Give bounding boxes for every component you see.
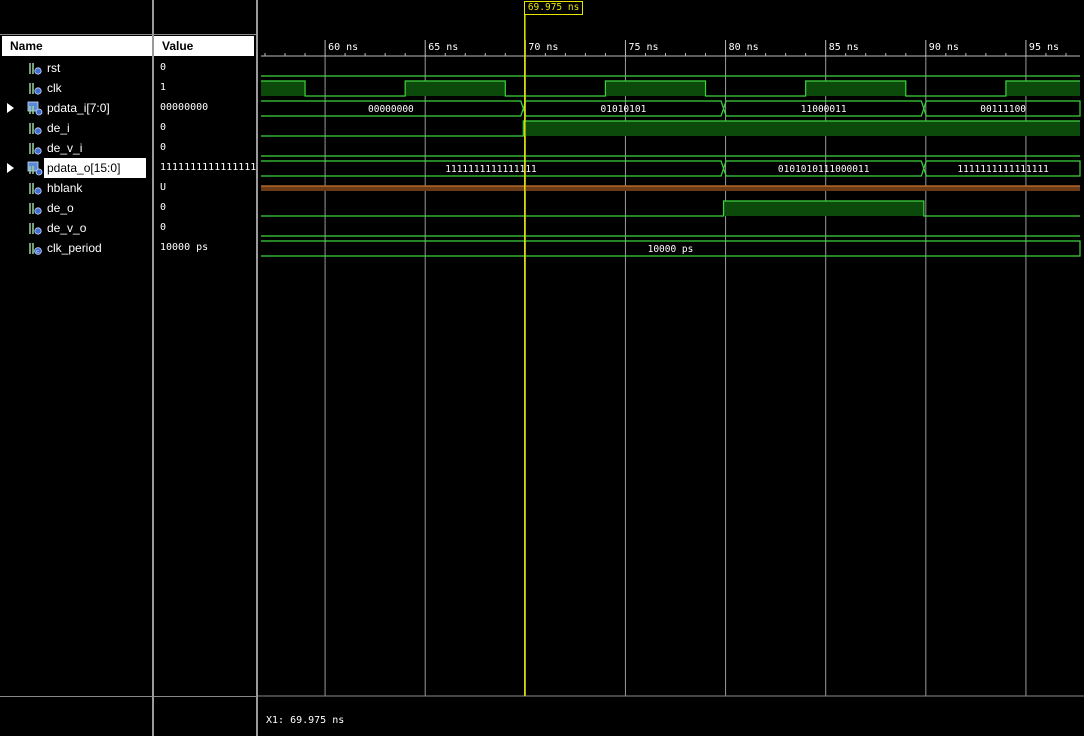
- undefined-fill: [261, 186, 1080, 191]
- cursor-readout: X1: 69.975 ns: [266, 715, 345, 726]
- waveform-pdata_i[interactable]: 00000000 01010101 11000011 00111100: [261, 100, 1081, 117]
- signal-value-rst: 0: [160, 62, 167, 73]
- signal-value-clk: 1: [160, 82, 167, 93]
- signal-name-label: pdata_o[15:0]: [44, 158, 146, 178]
- waveform-pdata_o[interactable]: 1111111111111111 0101010111000011 11111111…: [261, 160, 1081, 177]
- signal-name-label: de_i: [47, 121, 70, 135]
- bus-value-label: 10000 ps: [648, 244, 694, 255]
- signal-name-label: de_v_o: [47, 221, 87, 235]
- constant-signal-icon: c: [27, 240, 43, 256]
- high-level-fill: [1005, 81, 1080, 96]
- scalar-signal-icon: [27, 220, 43, 236]
- waveform-hblank[interactable]: [261, 185, 1080, 191]
- signal-name-label: clk: [47, 81, 62, 95]
- signal-row-de_o[interactable]: de_o: [0, 198, 152, 218]
- high-level-fill: [805, 81, 906, 96]
- bit-trace: [261, 200, 1080, 217]
- time-ruler[interactable]: 60 ns 65 ns 70 ns 75 ns 80 ns 85 ns 90 ns 95 ns: [261, 40, 1080, 57]
- signal-row-de_v_o[interactable]: de_v_o: [0, 218, 152, 238]
- bus-value-label: 01010101: [601, 104, 647, 115]
- scalar-signal-icon: [27, 60, 43, 76]
- ruler-tick-label: 80 ns: [729, 42, 759, 53]
- ruler-tick-label: 75 ns: [628, 42, 658, 53]
- value-footer-divider: [154, 696, 256, 697]
- high-level-fill: [723, 201, 924, 216]
- bus-value-label: 1111111111111111: [445, 164, 537, 175]
- signal-value-pdata_i: 00000000: [160, 102, 209, 113]
- signal-name-label: de_o: [47, 201, 74, 215]
- scalar-signal-icon: [27, 200, 43, 216]
- bus-value-label: 11000011: [801, 104, 847, 115]
- waveform-canvas[interactable]: 60 ns 65 ns 70 ns 75 ns 80 ns 85 ns 90 ns 95 ns…: [258, 0, 1084, 736]
- signal-row-de_i[interactable]: de_i: [0, 118, 152, 138]
- signal-row-de_v_i[interactable]: de_v_i: [0, 138, 152, 158]
- bus-value-label: 1111111111111111: [957, 164, 1049, 175]
- signal-row-clk_period[interactable]: c clk_period: [0, 238, 152, 258]
- ruler-tick-label: 60 ns: [328, 42, 358, 53]
- waveform-de_o[interactable]: [261, 200, 1080, 217]
- signal-value-de_o: 0: [160, 202, 167, 213]
- ruler-tick-label: 90 ns: [929, 42, 959, 53]
- signal-row-clk[interactable]: clk: [0, 78, 152, 98]
- signal-value-hblank: U: [160, 182, 167, 193]
- signal-value-pdata_o: 1111111111111111: [160, 162, 257, 173]
- high-level-fill: [605, 81, 706, 96]
- scalar-signal-icon: [27, 180, 43, 196]
- name-header-divider: [0, 34, 152, 35]
- waveform-clk[interactable]: [261, 80, 1080, 97]
- signal-name-label: pdata_i[7:0]: [47, 101, 110, 115]
- bus-value-label: 0101010111000011: [778, 164, 870, 175]
- cursor-time-label[interactable]: 69.975 ns: [523, 1, 584, 15]
- signal-name-label: clk_period: [47, 241, 102, 255]
- signal-waveforms: 00000000 01010101 11000011 0011110011111111…: [261, 75, 1081, 257]
- high-level-fill: [523, 121, 1080, 136]
- ruler-tick-label: 65 ns: [428, 42, 458, 53]
- signal-name-label: de_v_i: [47, 141, 83, 155]
- signal-row-hblank[interactable]: hblank: [0, 178, 152, 198]
- signal-value-clk_period: 10000 ps: [160, 242, 209, 253]
- name-footer-divider: [0, 696, 152, 697]
- expand-arrow-icon[interactable]: [7, 103, 14, 113]
- ruler-tick-label: 95 ns: [1029, 42, 1059, 53]
- waveform-clk_period[interactable]: 10000 ps: [261, 240, 1081, 257]
- signal-value-de_v_i: 0: [160, 142, 167, 153]
- waveform-de_i[interactable]: [261, 120, 1080, 137]
- signal-row-rst[interactable]: rst: [0, 58, 152, 78]
- time-grid: [258, 56, 1084, 697]
- signal-value-de_v_o: 0: [160, 222, 167, 233]
- bus-value-label: 00000000: [368, 104, 414, 115]
- bus-signal-icon: [27, 100, 43, 116]
- scalar-signal-icon: [27, 120, 43, 136]
- bus-value-label: 00111100: [980, 104, 1026, 115]
- name-column-header[interactable]: Name: [2, 36, 152, 56]
- value-column-header[interactable]: Value: [154, 36, 254, 56]
- scalar-signal-icon: [27, 80, 43, 96]
- signal-name-label: hblank: [47, 181, 83, 195]
- bus-signal-icon: [27, 160, 43, 176]
- signal-row-pdata_o[interactable]: pdata_o[15:0]: [0, 158, 152, 178]
- waveform-pane[interactable]: 60 ns 65 ns 70 ns 75 ns 80 ns 85 ns 90 ns 95 ns…: [258, 0, 1084, 736]
- ruler-tick-label: 70 ns: [528, 42, 558, 53]
- signal-name-label: rst: [47, 61, 61, 75]
- value-header-divider: [154, 34, 256, 35]
- name-pane: Name rst clk pdata_i[7:0] de_i de_v_i pdata_o…: [0, 0, 152, 736]
- high-level-fill: [405, 81, 506, 96]
- scalar-signal-icon: [27, 140, 43, 156]
- expand-arrow-icon[interactable]: [7, 163, 14, 173]
- high-level-fill: [261, 81, 306, 96]
- ruler-tick-label: 85 ns: [829, 42, 859, 53]
- signal-value-de_i: 0: [160, 122, 167, 133]
- value-pane: Value 0 1 00000000 0 0 1111111111111111 U 0 0 100…: [154, 0, 256, 736]
- signal-row-pdata_i[interactable]: pdata_i[7:0]: [0, 98, 152, 118]
